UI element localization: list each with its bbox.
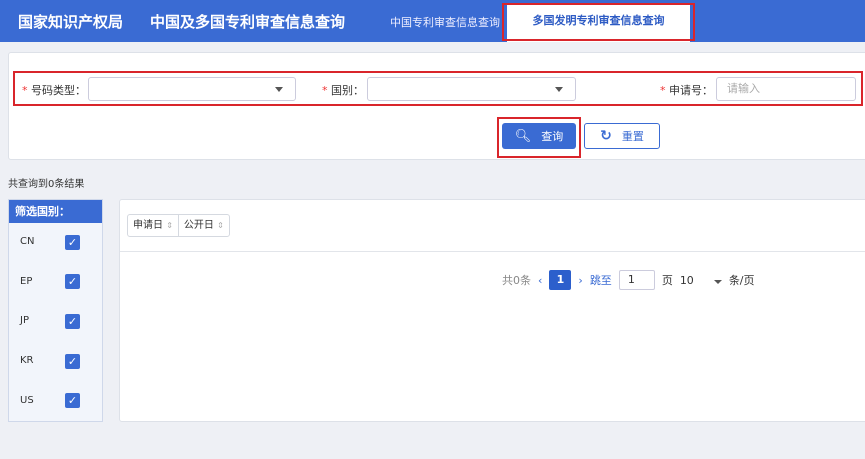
chevron-down-icon bbox=[555, 87, 563, 92]
tab-china-patent[interactable]: 中国专利审查信息查询 bbox=[390, 14, 500, 30]
country-filter-panel: 筛选国别： bbox=[8, 199, 103, 422]
country-jp-checkbox[interactable]: ✓ bbox=[65, 314, 80, 329]
country-us-label: US bbox=[20, 395, 34, 406]
chevron-down-icon bbox=[713, 279, 722, 284]
country-jp-label: JP bbox=[20, 315, 29, 326]
top-header: 国家知识产权局 中国及多国专利审查信息查询 中国专利审查信息查询 多国发明专利审… bbox=[0, 0, 865, 42]
country-cn-label: CN bbox=[20, 236, 35, 247]
divider bbox=[120, 251, 865, 252]
country-label: * 国别： bbox=[322, 84, 364, 97]
goto-page-input[interactable]: 1 bbox=[618, 270, 655, 290]
result-summary: 共查询到0条结果 bbox=[8, 179, 85, 190]
highlight-box bbox=[502, 3, 695, 41]
country-kr-label: KR bbox=[20, 355, 34, 366]
page-unit: 页 bbox=[661, 274, 673, 287]
country-us-checkbox[interactable]: ✓ bbox=[65, 393, 80, 408]
number-type-label: * 号码类型： bbox=[22, 84, 86, 97]
page-title: 中国及多国专利审查信息查询 bbox=[150, 13, 346, 31]
reset-button[interactable]: ↻ 重置 bbox=[584, 123, 660, 149]
pagination: 共0条 ‹ 1 › 跳至 1 页 10 条/页 bbox=[502, 270, 755, 290]
country-kr-checkbox[interactable]: ✓ bbox=[65, 354, 80, 369]
search-icon: 🔍︎ bbox=[514, 128, 532, 144]
search-button[interactable]: 🔍︎ 查询 bbox=[502, 123, 576, 149]
sort-pub-date[interactable]: 公开日 ⇕ bbox=[179, 215, 229, 236]
results-panel bbox=[119, 199, 865, 422]
refresh-icon: ↻ bbox=[600, 128, 612, 144]
per-page-unit: 条/页 bbox=[728, 274, 755, 287]
app-no-input[interactable]: 请输入 bbox=[716, 77, 856, 101]
page-size-select[interactable]: 10 bbox=[680, 274, 722, 287]
page-1[interactable]: 1 bbox=[549, 270, 572, 290]
number-type-select[interactable] bbox=[88, 77, 296, 101]
sort-group: 申请日 ⇕ 公开日 ⇕ bbox=[127, 214, 230, 237]
country-cn-checkbox[interactable]: ✓ bbox=[65, 235, 80, 250]
country-ep-checkbox[interactable]: ✓ bbox=[65, 274, 80, 289]
search-form bbox=[8, 52, 865, 160]
country-select[interactable] bbox=[367, 77, 576, 101]
next-page-icon[interactable]: › bbox=[578, 274, 582, 287]
app-no-label: * 申请号： bbox=[660, 84, 713, 97]
prev-page-icon[interactable]: ‹ bbox=[538, 274, 542, 287]
goto-label: 跳至 bbox=[589, 274, 612, 287]
site-logo: 国家知识产权局 bbox=[18, 13, 124, 31]
chevron-down-icon bbox=[275, 87, 283, 92]
country-ep-label: EP bbox=[20, 276, 33, 287]
sort-app-date[interactable]: 申请日 ⇕ bbox=[128, 215, 179, 236]
filter-title: 筛选国别： bbox=[9, 200, 102, 223]
total-count: 共0条 bbox=[502, 274, 531, 287]
